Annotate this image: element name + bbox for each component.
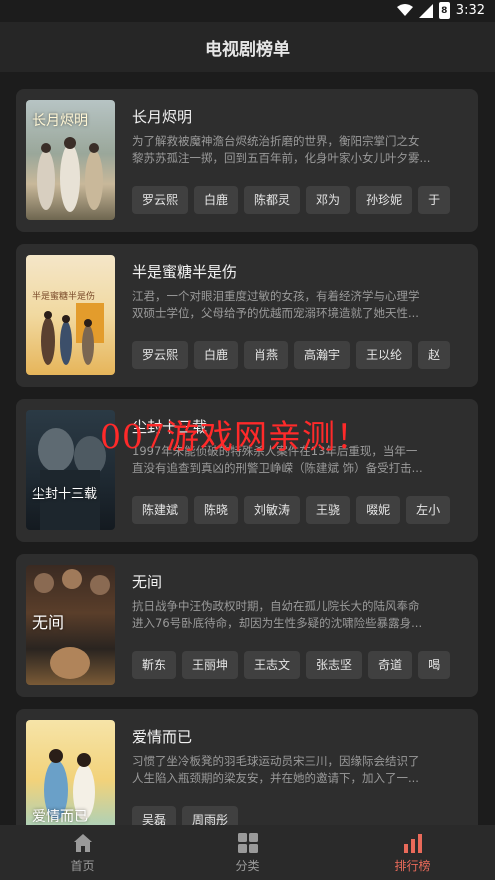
cast-tag[interactable]: 陈晓 [194,496,239,524]
description-line: 1997年未能侦破的特殊杀人案件在13年后重现，当年一 [132,444,418,458]
description-line: 进入76号卧底待命，却因为生性多疑的沈啸险些暴露身... [132,615,423,630]
cast-list: 吴磊 周雨彤 [132,806,461,825]
description-line: 人生陷入瓶颈期的梁友安，并在她的邀请下，加入了一... [132,770,419,785]
description-line: 双硕士学位，父母给予的优越而宠溺环境造就了她天性... [132,305,419,320]
show-card[interactable]: 半是蜜糖半是伤 半是蜜糖半是伤 江君，一个对眼泪重度过敏的女孩，有着经济学与心理… [16,244,478,387]
cast-tag[interactable]: 周雨彤 [182,806,239,825]
status-bar: 8 3:32 [0,0,495,22]
show-list[interactable]: 长月烬明 长月烬明 为了解救被魔神澹台烬统治折磨的世界，衡阳宗掌门之女 黎苏苏孤… [0,72,495,825]
show-card[interactable]: 爱情而已 爱情而已 习惯了坐冷板凳的羽毛球运动员宋三川，因缘际会结识了 人生陷入… [16,709,478,825]
cast-tag[interactable]: 陈都灵 [244,186,301,214]
show-poster: 无间 [26,565,115,685]
show-title[interactable]: 尘封十三载 [132,416,207,437]
tab-home[interactable]: 首页 [0,825,165,880]
cast-tag[interactable]: 陈建斌 [132,496,189,524]
cast-tag[interactable]: 邓为 [306,186,351,214]
cast-tag[interactable]: 吴磊 [132,806,177,825]
show-description: 江君，一个对眼泪重度过敏的女孩，有着经济学与心理学 双硕士学位，父母给予的优越而… [132,288,462,321]
description-line: 江君，一个对眼泪重度过敏的女孩，有着经济学与心理学 [132,289,420,303]
poster-title: 尘封十三载 [32,487,98,502]
cast-tag[interactable]: 啜妮 [356,496,401,524]
cast-tag[interactable]: 奇道 [368,651,413,679]
description-line: 直没有追查到真凶的刑警卫峥嵘（陈建斌 饰）备受打击... [132,460,423,475]
cast-list: 罗云熙 白鹿 陈都灵 邓为 孙珍妮于 [132,186,461,216]
cast-tag[interactable]: 肖燕 [244,341,289,369]
tab-label: 首页 [70,858,95,873]
signal-icon [418,3,433,18]
show-description: 习惯了坐冷板凳的羽毛球运动员宋三川，因缘际会结识了 人生陷入瓶颈期的梁友安，并在… [132,753,462,786]
home-icon [73,833,92,852]
tab-label: 排行榜 [394,858,431,873]
bottom-tab-bar: 首页 分类 排行榜 [0,825,495,880]
grid-icon [237,832,258,853]
show-title[interactable]: 长月烬明 [132,106,192,127]
description-line: 抗日战争中汪伪政权时期，自幼在孤儿院长大的陆风奉命 [132,599,420,613]
cast-tag[interactable]: 王以纶 [356,341,413,369]
cast-tag[interactable]: 罗云熙 [132,341,189,369]
show-description: 1997年未能侦破的特殊杀人案件在13年后重现，当年一 直没有追查到真凶的刑警卫… [132,443,462,476]
description-line: 为了解救被魔神澹台烬统治折磨的世界，衡阳宗掌门之女 [132,134,420,148]
cast-tag[interactable]: 靳东 [132,651,177,679]
description-line: 黎苏苏孤注一掷，回到五百年前，化身叶家小女儿叶夕雾... [132,150,431,165]
tab-category[interactable]: 分类 [165,825,330,880]
show-description: 为了解救被魔神澹台烬统治折磨的世界，衡阳宗掌门之女 黎苏苏孤注一掷，回到五百年前… [132,133,462,166]
cast-tag[interactable]: 王志文 [244,651,301,679]
show-poster: 爱情而已 [26,720,115,825]
tab-ranking[interactable]: 排行榜 [330,825,495,880]
show-title[interactable]: 半是蜜糖半是伤 [132,261,237,282]
cast-list: 陈建斌 陈晓 刘敏涛 王骁 啜妮 左小 [132,496,461,526]
bar-chart-icon [403,833,422,853]
cast-tag[interactable]: 于 [418,186,451,214]
cast-tag[interactable]: 张志坚 [306,651,363,679]
show-poster: 长月烬明 [26,100,115,220]
poster-figures [41,303,104,365]
show-title[interactable]: 爱情而已 [132,726,192,747]
poster-title: 半是蜜糖半是伤 [32,292,96,302]
cast-tag[interactable]: 刘敏涛 [244,496,301,524]
show-poster: 尘封十三载 [26,410,115,530]
battery-icon: 8 [438,2,450,19]
poster-title: 爱情而已 [32,809,88,825]
cast-tag[interactable]: 孙珍妮 [356,186,413,214]
cast-tag[interactable]: 白鹿 [194,341,239,369]
show-card[interactable]: 无间 无间 抗日战争中汪伪政权时期，自幼在孤儿院长大的陆风奉命 进入76号卧底待… [16,554,478,697]
cast-tag[interactable]: 喝 [418,651,451,679]
cast-tag[interactable]: 罗云熙 [132,186,189,214]
page-title: 电视剧榜单 [205,39,290,60]
show-description: 抗日战争中汪伪政权时期，自幼在孤儿院长大的陆风奉命 进入76号卧底待命，却因为生… [132,598,462,631]
show-card[interactable]: 尘封十三载 尘封十三载 1997年未能侦破的特殊杀人案件在13年后重现，当年一 … [16,399,478,542]
cast-list: 罗云熙 白鹿 肖燕 高瀚宇 王以纶赵 [132,341,461,371]
status-icons: 8 3:32 [396,2,485,19]
show-poster: 半是蜜糖半是伤 [26,255,115,375]
show-card[interactable]: 长月烬明 长月烬明 为了解救被魔神澹台烬统治折磨的世界，衡阳宗掌门之女 黎苏苏孤… [16,89,478,232]
tab-label: 分类 [235,858,260,873]
cast-tag[interactable]: 高瀚宇 [294,341,351,369]
poster-title: 长月烬明 [32,113,88,129]
app-header: 电视剧榜单 [0,22,495,72]
show-title[interactable]: 无间 [132,571,162,592]
status-time: 3:32 [455,3,485,18]
cast-tag[interactable]: 白鹿 [194,186,239,214]
poster-title: 无间 [32,613,65,632]
cast-tag[interactable]: 王丽坤 [182,651,239,679]
poster-figures [38,428,106,530]
description-line: 习惯了坐冷板凳的羽毛球运动员宋三川，因缘际会结识了 [132,754,420,768]
wifi-icon [396,4,413,16]
cast-list: 靳东 王丽坤 王志文 张志坚 奇道喝 [132,651,461,681]
cast-tag[interactable]: 王骁 [306,496,351,524]
cast-tag[interactable]: 赵 [418,341,451,369]
cast-tag[interactable]: 左小 [406,496,451,524]
